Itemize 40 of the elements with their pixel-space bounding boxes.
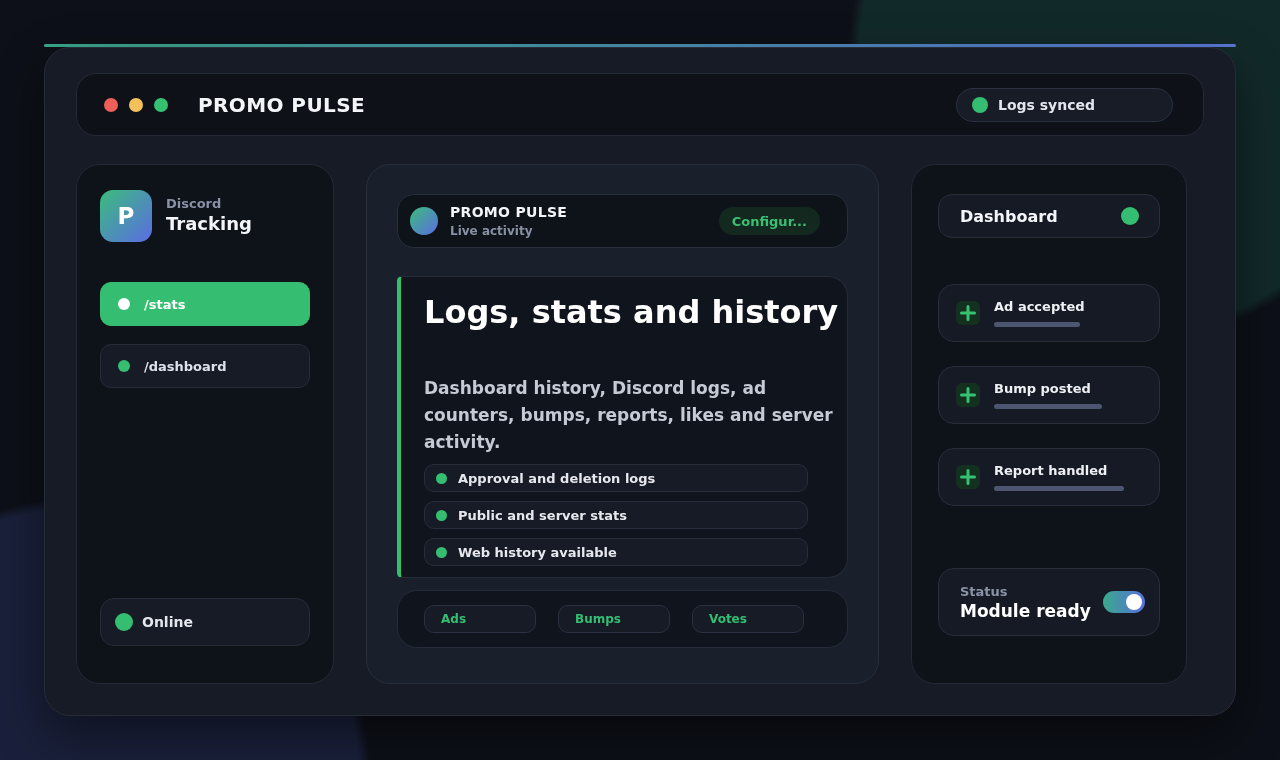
app-title: PROMO PULSE	[198, 92, 366, 117]
status-dot-icon	[118, 298, 130, 310]
toggle-switch[interactable]	[1103, 591, 1145, 613]
event-title: Report handled	[994, 461, 1109, 479]
feature-text: Public and server stats	[458, 507, 627, 523]
nav-item[interactable]: /dashboard	[100, 344, 310, 388]
status-dot-icon	[436, 546, 447, 558]
dashboard-title: Dashboard	[960, 206, 1058, 226]
status-value: Module ready	[960, 599, 1091, 622]
status-dot-icon	[118, 360, 130, 372]
feed-subtitle: Live activity	[450, 222, 534, 240]
event-title: Ad accepted	[994, 297, 1085, 315]
plus-icon	[956, 301, 980, 325]
status-text: Online	[142, 614, 193, 630]
status-dot-icon	[972, 96, 988, 113]
window-dot-icon[interactable]	[129, 97, 143, 112]
card-heading: Logs, stats and history	[424, 293, 840, 331]
status-dot-icon	[436, 472, 447, 484]
status-dot-icon	[1121, 207, 1139, 225]
brand-title: Tracking	[166, 211, 252, 236]
brand-subtitle: Discord	[166, 194, 223, 212]
tag-chip: Ads	[424, 605, 536, 633]
tag-chip: Votes	[692, 605, 804, 633]
feature-text: Approval and deletion logs	[458, 470, 656, 486]
tag-chip: Bumps	[558, 605, 670, 633]
status-label: Status	[960, 582, 1009, 600]
app-logo: P	[100, 190, 152, 242]
card-description: Dashboard history, Discord logs, ad counters, bumps, reports, likes and server activity.	[424, 377, 834, 454]
plus-icon	[956, 383, 980, 407]
status-dot-icon	[115, 613, 133, 631]
plus-icon	[956, 465, 980, 489]
event-title: Bump posted	[994, 379, 1092, 397]
sync-status-text: Logs synced	[998, 96, 1095, 113]
status-dot-icon	[436, 509, 447, 521]
avatar-icon	[410, 207, 438, 235]
configure-button[interactable]: Configur...	[718, 207, 820, 235]
feed-title: PROMO PULSE	[450, 202, 568, 222]
feature-text: Web history available	[458, 544, 617, 560]
window-dot-icon[interactable]	[104, 97, 118, 112]
window-dot-icon[interactable]	[154, 97, 168, 112]
